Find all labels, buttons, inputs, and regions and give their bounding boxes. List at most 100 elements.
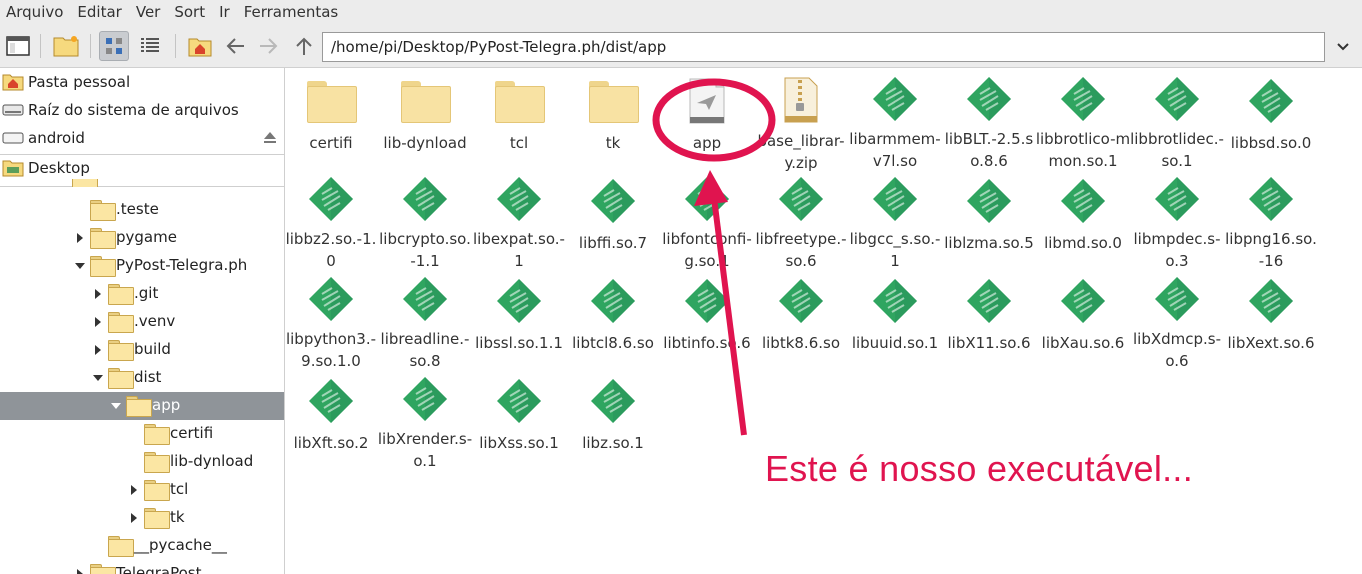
tree-row[interactable]: pygame bbox=[0, 224, 284, 252]
library-file-item[interactable]: libXext.so.6 bbox=[1226, 270, 1316, 366]
library-file-item[interactable]: libarmmem-v7l.so bbox=[849, 70, 941, 170]
file-name-label: tcl bbox=[509, 134, 529, 152]
tree-row[interactable]: build bbox=[0, 336, 284, 364]
library-file-item[interactable]: libffi.so.7 bbox=[568, 170, 658, 266]
library-file-item[interactable]: libfontconfi-g.so.1 bbox=[662, 170, 752, 270]
folder-icon bbox=[126, 396, 152, 417]
tree-row[interactable]: dist bbox=[0, 364, 284, 392]
executable-file-item[interactable]: app bbox=[662, 70, 752, 166]
home-button[interactable] bbox=[185, 31, 215, 61]
up-button[interactable] bbox=[289, 31, 319, 61]
library-file-item[interactable]: libtk8.6.so bbox=[756, 270, 846, 366]
path-input[interactable] bbox=[322, 32, 1325, 62]
library-file-item[interactable]: libtcl8.6.so bbox=[568, 270, 658, 366]
expand-arrow-icon[interactable] bbox=[95, 289, 101, 299]
tree-row[interactable]: .teste bbox=[0, 196, 284, 224]
menu-ir[interactable]: Ir bbox=[212, 3, 237, 21]
tree-row[interactable]: TelegraPost bbox=[0, 560, 284, 574]
annotation-text: Este é nosso executável... bbox=[765, 448, 1194, 489]
library-file-item[interactable]: libXft.so.2 bbox=[286, 370, 376, 466]
toolbar-separator bbox=[175, 34, 176, 58]
library-file-item[interactable]: libtinfo.so.6 bbox=[662, 270, 752, 366]
folder-icon bbox=[108, 312, 134, 333]
library-file-item[interactable]: libXrender.s-o.1 bbox=[378, 370, 472, 470]
file-name-label: libfreetype.-so.6 bbox=[755, 230, 847, 270]
library-file-item[interactable]: libfreetype.-so.6 bbox=[755, 170, 847, 270]
library-file-item[interactable]: libmd.so.0 bbox=[1038, 170, 1128, 266]
file-name-label: libcrypto.so.-1.1 bbox=[379, 230, 471, 270]
back-button[interactable] bbox=[220, 31, 250, 61]
forward-button[interactable] bbox=[254, 31, 284, 61]
eject-icon[interactable] bbox=[263, 130, 277, 148]
folder-item[interactable]: lib-dynload bbox=[380, 70, 470, 166]
menu-editar[interactable]: Editar bbox=[70, 3, 128, 21]
expand-arrow-icon[interactable] bbox=[95, 345, 101, 355]
folder-item[interactable]: certifi bbox=[286, 70, 376, 166]
file-name-label: libX11.so.6 bbox=[947, 334, 1031, 352]
library-icon bbox=[400, 276, 450, 322]
library-file-item[interactable]: libz.so.1 bbox=[568, 370, 658, 466]
tree-row-selected[interactable]: app bbox=[0, 392, 284, 420]
folder-icon bbox=[144, 480, 170, 501]
new-tab-button[interactable] bbox=[51, 31, 81, 61]
tree-row[interactable]: .venv bbox=[0, 308, 284, 336]
expand-arrow-icon[interactable] bbox=[131, 513, 137, 523]
library-file-item[interactable]: libuuid.so.1 bbox=[850, 270, 940, 366]
file-name-label: libexpat.so.-1 bbox=[473, 230, 565, 270]
menu-ferramentas[interactable]: Ferramentas bbox=[237, 3, 346, 21]
zip-file-item[interactable]: base_librar-y.zip bbox=[756, 70, 846, 172]
tree-row[interactable]: __pycache__ bbox=[0, 532, 284, 560]
tree-row[interactable]: .git bbox=[0, 280, 284, 308]
tree-row[interactable]: lib-dynload bbox=[0, 448, 284, 476]
new-window-button[interactable] bbox=[3, 31, 33, 61]
library-file-item[interactable]: libXss.so.1 bbox=[474, 370, 564, 466]
tree-label: .git bbox=[134, 284, 159, 302]
collapse-arrow-icon[interactable] bbox=[93, 375, 103, 381]
drive-icon bbox=[2, 100, 24, 120]
expand-arrow-icon[interactable] bbox=[77, 569, 83, 574]
tree-label: .teste bbox=[116, 200, 159, 218]
library-file-item[interactable]: libbsd.so.0 bbox=[1226, 70, 1316, 166]
library-file-item[interactable]: libssl.so.1.1 bbox=[474, 270, 564, 366]
library-file-item[interactable]: libgcc_s.so.-1 bbox=[850, 170, 940, 270]
folder-icon bbox=[108, 284, 134, 305]
file-name-label: libffi.so.7 bbox=[578, 234, 648, 252]
expand-arrow-icon[interactable] bbox=[131, 485, 137, 495]
collapse-arrow-icon[interactable] bbox=[75, 263, 85, 269]
library-file-item[interactable]: libpng16.so.-16 bbox=[1225, 170, 1317, 270]
menu-sort[interactable]: Sort bbox=[167, 3, 212, 21]
library-file-item[interactable]: libbrotlico-mmon.so.1 bbox=[1036, 70, 1130, 170]
tree-row[interactable]: tcl bbox=[0, 476, 284, 504]
library-file-item[interactable]: liblzma.so.5 bbox=[944, 170, 1034, 266]
library-file-item[interactable]: libexpat.so.-1 bbox=[473, 170, 565, 270]
collapse-arrow-icon[interactable] bbox=[111, 403, 121, 409]
library-file-item[interactable]: libbz2.so.-1.0 bbox=[286, 170, 376, 270]
tree-row[interactable]: PyPost-Telegra.ph bbox=[0, 252, 284, 280]
file-name-label: lib-dynload bbox=[383, 134, 467, 152]
place-android[interactable]: android bbox=[0, 124, 284, 152]
expand-arrow-icon[interactable] bbox=[77, 233, 83, 243]
list-view-button[interactable] bbox=[135, 31, 165, 61]
library-file-item[interactable]: libreadline.-so.8 bbox=[380, 270, 470, 370]
library-file-item[interactable]: libcrypto.so.-1.1 bbox=[379, 170, 471, 270]
folder-item[interactable]: tcl bbox=[474, 70, 564, 166]
expand-arrow-icon[interactable] bbox=[95, 317, 101, 327]
tree-row[interactable]: tk bbox=[0, 504, 284, 532]
library-file-item[interactable]: libXdmcp.s-o.6 bbox=[1132, 270, 1222, 370]
folder-item[interactable]: tk bbox=[568, 70, 658, 166]
file-name-label: libgcc_s.so.-1 bbox=[849, 230, 941, 270]
library-file-item[interactable]: libbrotlidec.-so.1 bbox=[1130, 70, 1224, 170]
library-file-item[interactable]: libmpdec.s-o.3 bbox=[1132, 170, 1222, 270]
library-file-item[interactable]: libpython3.-9.so.1.0 bbox=[286, 270, 376, 370]
menu-arquivo[interactable]: Arquivo bbox=[0, 3, 70, 21]
library-file-item[interactable]: libBLT.-2.5.so.8.6 bbox=[944, 70, 1034, 170]
icon-view-button[interactable] bbox=[99, 31, 129, 61]
menu-ver[interactable]: Ver bbox=[129, 3, 168, 21]
path-history-dropdown[interactable] bbox=[1328, 32, 1358, 62]
library-file-item[interactable]: libX11.so.6 bbox=[944, 270, 1034, 366]
library-file-item[interactable]: libXau.so.6 bbox=[1038, 270, 1128, 366]
place-desktop[interactable]: Desktop bbox=[0, 154, 284, 182]
place-root[interactable]: Raíz do sistema de arquivos bbox=[0, 96, 284, 124]
place-home[interactable]: Pasta pessoal bbox=[0, 68, 284, 96]
tree-row[interactable]: certifi bbox=[0, 420, 284, 448]
